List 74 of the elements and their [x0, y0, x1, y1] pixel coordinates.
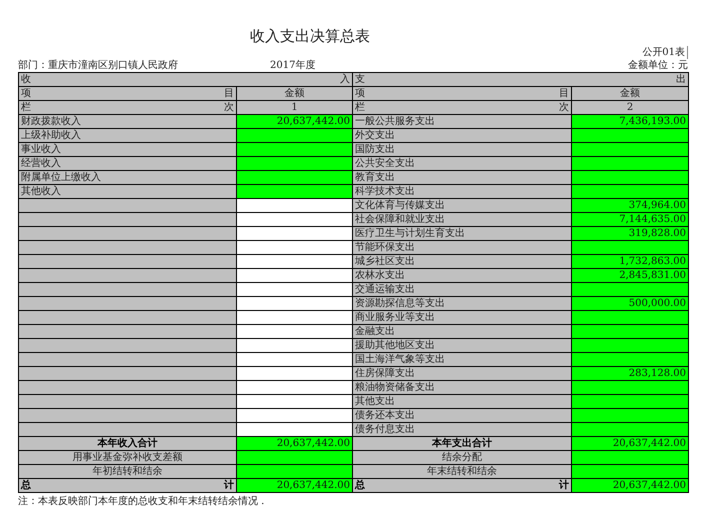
cell-text: 出 — [676, 73, 686, 86]
table-cell: 1,732,863.00 — [572, 254, 688, 268]
cell-text: 目 — [559, 87, 569, 100]
cell-text: 总 — [21, 479, 31, 492]
cell-text: 次 — [224, 101, 234, 114]
table-cell: 本年支出合计 — [352, 436, 572, 450]
cell-text: 收 — [21, 73, 31, 86]
table-cell: 283,128.00 — [572, 366, 688, 380]
cell-text: 栏 — [355, 101, 365, 114]
cell-text: 计 — [559, 479, 569, 492]
cell-text: 支 — [355, 73, 365, 86]
cell-text: 计 — [224, 479, 234, 492]
table-cell: 资源勘探信息等支出 — [352, 296, 572, 310]
table-cell: 财政拨款收入 — [18, 114, 236, 128]
table-cell: 20,637,442.00 — [236, 478, 352, 492]
table-cell: 事业收入 — [18, 142, 236, 156]
table-cell: 结余分配 — [352, 450, 572, 464]
cell-text: 项 — [355, 87, 365, 100]
table-cell: 年初结转和结余 — [18, 464, 236, 478]
table-cell: 住房保障支出 — [352, 366, 572, 380]
cell-text: 目 — [224, 87, 234, 100]
department-label: 部门：重庆市潼南区别口镇人民政府 — [18, 59, 179, 72]
table-cell: 社会保障和就业支出 — [352, 212, 572, 226]
table-cell: 1 — [236, 100, 352, 114]
table-cell: 经营收入 — [18, 156, 236, 170]
table-cell: 20,637,442.00 — [236, 436, 352, 450]
table-cell: 20,637,442.00 — [572, 436, 688, 450]
cell-text: 入 — [340, 73, 350, 86]
year-label: 2017年度 — [270, 59, 316, 72]
table-cell: 科学技术支出 — [352, 184, 572, 198]
table-cell: 外交支出 — [352, 128, 572, 142]
table-cell: 2 — [572, 100, 688, 114]
unit-label: 金额单位：元 — [628, 59, 688, 72]
table-cell: 374,964.00 — [572, 198, 688, 212]
table-cell: 本年收入合计 — [18, 436, 236, 450]
table-cell: 交通运输支出 — [352, 282, 572, 296]
table-cell: 金额 — [236, 86, 352, 100]
table-cell: 用事业基金弥补收支差额 — [18, 450, 236, 464]
table-cell: 7,144,635.00 — [572, 212, 688, 226]
table-cell: 国土海洋气象等支出 — [352, 352, 572, 366]
table-cell: 债务还本支出 — [352, 408, 572, 422]
table-cell: 附属单位上缴收入 — [18, 170, 236, 184]
table-cell: 金融支出 — [352, 324, 572, 338]
table-cell: 节能环保支出 — [352, 240, 572, 254]
footnote: 注：本表反映部门本年度的总收支和年末结转结余情况 . — [18, 495, 266, 508]
table-cell: 城乡社区支出 — [352, 254, 572, 268]
table-cell: 文化体育与传媒支出 — [352, 198, 572, 212]
table-cell: 商业服务业等支出 — [352, 310, 572, 324]
table-cell: 7,436,193.00 — [572, 114, 688, 128]
table-cell: 教育支出 — [352, 170, 572, 184]
table-cell: 粮油物资储备支出 — [352, 380, 572, 394]
table-cell: 年末结转和结余 — [352, 464, 572, 478]
table-cell: 319,828.00 — [572, 226, 688, 240]
table-cell: 20,637,442.00 — [236, 114, 352, 128]
table-cell: 其他支出 — [352, 394, 572, 408]
cell-text: 次 — [559, 101, 569, 114]
table-cell: 20,637,442.00 — [572, 478, 688, 492]
table-cell: 债务付息支出 — [352, 422, 572, 436]
table-cell: 农林水支出 — [352, 268, 572, 282]
table-cell: 2,845,831.00 — [572, 268, 688, 282]
form-number: 公开01表 — [642, 46, 685, 59]
report-title: 收入支出决算总表 — [250, 26, 371, 46]
cell-text: 栏 — [21, 101, 31, 114]
cell-text: 总 — [355, 479, 365, 492]
table-cell: 公共安全支出 — [352, 156, 572, 170]
table-cell: 国防支出 — [352, 142, 572, 156]
table-cell: 500,000.00 — [572, 296, 688, 310]
table-cell: 一般公共服务支出 — [352, 114, 572, 128]
table-cell: 金额 — [572, 86, 688, 100]
table-cell: 医疗卫生与计划生育支出 — [352, 226, 572, 240]
table-cell: 援助其他地区支出 — [352, 338, 572, 352]
cell-text: 项 — [21, 87, 31, 100]
table-cell: 上级补助收入 — [18, 128, 236, 142]
table-cell: 其他收入 — [18, 184, 236, 198]
